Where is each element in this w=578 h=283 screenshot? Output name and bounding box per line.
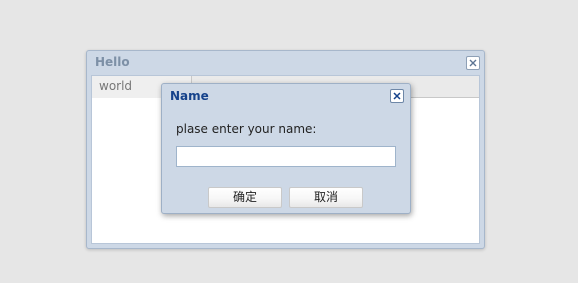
hello-window-header[interactable]: Hello: [87, 51, 484, 75]
name-dialog: Name plase enter your name: 确定 取消: [161, 83, 411, 214]
name-prompt-label: plase enter your name:: [176, 122, 317, 136]
close-icon: [469, 59, 477, 67]
name-input[interactable]: [176, 146, 396, 167]
hello-window-title: Hello: [95, 55, 130, 69]
name-dialog-title: Name: [170, 89, 209, 103]
close-icon: [393, 92, 401, 100]
tab-world-label: world: [99, 79, 133, 93]
cancel-button[interactable]: 取消: [289, 187, 363, 208]
name-dialog-close-button[interactable]: [390, 89, 404, 103]
hello-window-close-button[interactable]: [466, 56, 480, 70]
ok-button[interactable]: 确定: [208, 187, 282, 208]
